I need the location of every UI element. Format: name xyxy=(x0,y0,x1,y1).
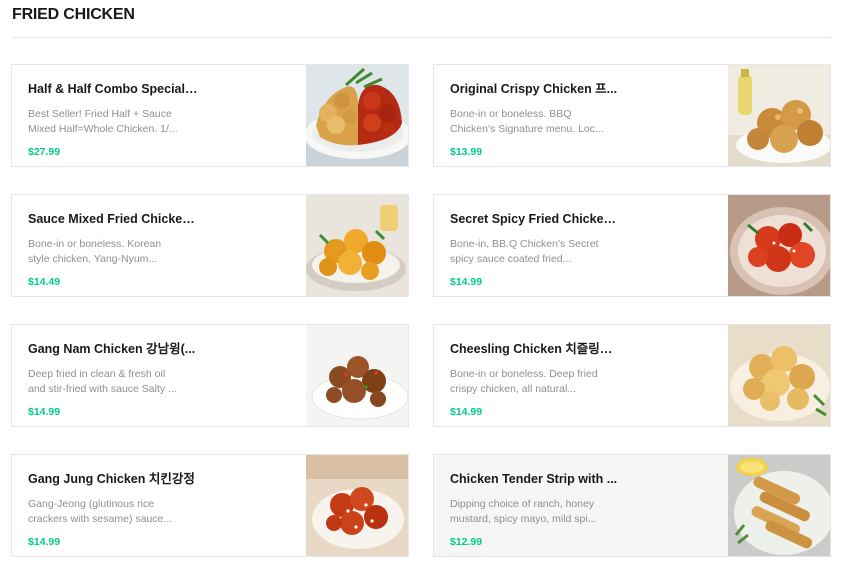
menu-item-description: Best Seller! Fried Half + Sauce Mixed Ha… xyxy=(28,107,198,137)
menu-item-card[interactable]: Half & Half Combo Special ... Best Selle… xyxy=(11,64,409,167)
menu-item-price: $27.99 xyxy=(28,146,61,158)
menu-item-card[interactable]: Original Crispy Chicken 프... Bone-in or … xyxy=(433,64,831,167)
menu-item-name: Cheesling Chicken 치즐링치킨 xyxy=(450,342,620,356)
menu-item-info: Original Crispy Chicken 프... Bone-in or … xyxy=(450,81,720,158)
menu-item-description-line: spicy sauce coated fried... xyxy=(450,253,572,265)
menu-item-card[interactable]: Gang Jung Chicken 치킨강정 Gang-Jeong (gluti… xyxy=(11,454,409,557)
menu-item-price: $14.99 xyxy=(450,276,483,288)
original-crispy-photo[interactable] xyxy=(728,65,830,166)
menu-item-description-line: Mixed Half=Whole Chicken. 1/... xyxy=(28,123,178,135)
menu-item-name: Half & Half Combo Special ... xyxy=(28,82,198,96)
menu-item-description-line: Best Seller! Fried Half + Sauce xyxy=(28,108,172,120)
menu-item-description-line: Dipping choice of ranch, honey xyxy=(450,498,595,510)
menu-item-name: Original Crispy Chicken 프... xyxy=(450,82,618,96)
section-title: FRIED CHICKEN xyxy=(12,6,135,23)
menu-item-description: Bone-in, BB.Q Chicken's Secret spicy sau… xyxy=(450,237,620,267)
menu-item-description-line: style chicken, Yang-Nyum... xyxy=(28,253,158,265)
section-divider xyxy=(12,37,831,38)
menu-item-description-line: Bone-in or boneless. Deep fried xyxy=(450,368,598,380)
menu-item-price: $14.49 xyxy=(28,276,61,288)
secret-spicy-photo[interactable] xyxy=(728,195,830,296)
menu-item-info: Sauce Mixed Fried Chicken... Bone-in or … xyxy=(28,211,298,288)
gang-nam-photo[interactable] xyxy=(306,325,408,426)
menu-item-name: Chicken Tender Strip with ... xyxy=(450,472,618,486)
menu-item-description-line: Bone-in or boneless. BBQ xyxy=(450,108,572,120)
menu-item-info: Secret Spicy Fried Chicken ... Bone-in, … xyxy=(450,211,720,288)
menu-item-card[interactable]: Secret Spicy Fried Chicken ... Bone-in, … xyxy=(433,194,831,297)
menu-item-card[interactable]: Sauce Mixed Fried Chicken... Bone-in or … xyxy=(11,194,409,297)
menu-item-name: Sauce Mixed Fried Chicken... xyxy=(28,212,198,226)
menu-item-price: $12.99 xyxy=(450,536,483,548)
menu-item-description: Deep fried in clean & fresh oil and stir… xyxy=(28,367,198,397)
menu-item-info: Chicken Tender Strip with ... Dipping ch… xyxy=(450,471,720,548)
menu-item-info: Gang Jung Chicken 치킨강정 Gang-Jeong (gluti… xyxy=(28,471,298,548)
menu-item-description-line: Bone-in or boneless. Korean xyxy=(28,238,162,250)
menu-item-description-line: Chicken's Signature menu. Loc... xyxy=(450,123,604,135)
menu-item-price: $14.99 xyxy=(450,406,483,418)
menu-item-description-line: mustard, spicy mayo, mild spi... xyxy=(450,513,597,525)
menu-item-description-line: Bone-in, BB.Q Chicken's Secret xyxy=(450,238,599,250)
gang-jung-photo[interactable] xyxy=(306,455,408,556)
menu-item-description: Bone-in or boneless. Korean style chicke… xyxy=(28,237,198,267)
menu-item-description-line: and stir-fried with sauce Salty ... xyxy=(28,383,177,395)
cheesling-photo[interactable] xyxy=(728,325,830,426)
menu-item-description-line: Deep fried in clean & fresh oil xyxy=(28,368,166,380)
menu-item-description: Bone-in or boneless. BBQ Chicken's Signa… xyxy=(450,107,620,137)
sauce-mixed-photo[interactable] xyxy=(306,195,408,296)
half-half-combo-photo[interactable] xyxy=(306,65,408,166)
menu-item-name: Secret Spicy Fried Chicken ... xyxy=(450,212,620,226)
menu-item-description: Bone-in or boneless. Deep fried crispy c… xyxy=(450,367,620,397)
menu-grid: Half & Half Combo Special ... Best Selle… xyxy=(11,64,831,557)
menu-item-description: Dipping choice of ranch, honey mustard, … xyxy=(450,497,620,527)
menu-item-price: $13.99 xyxy=(450,146,483,158)
menu-item-description: Gang-Jeong (glutinous rice crackers with… xyxy=(28,497,198,527)
menu-item-description-line: Gang-Jeong (glutinous rice xyxy=(28,498,155,510)
menu-item-name: Gang Nam Chicken 강남윙(... xyxy=(28,342,196,356)
menu-item-name: Gang Jung Chicken 치킨강정 xyxy=(28,472,195,486)
menu-item-info: Cheesling Chicken 치즐링치킨 Bone-in or bonel… xyxy=(450,341,720,418)
menu-item-price: $14.99 xyxy=(28,406,61,418)
menu-item-info: Gang Nam Chicken 강남윙(... Deep fried in c… xyxy=(28,341,298,418)
menu-item-description-line: crackers with sesame) sauce... xyxy=(28,513,173,525)
menu-item-card[interactable]: Cheesling Chicken 치즐링치킨 Bone-in or bonel… xyxy=(433,324,831,427)
menu-item-card[interactable]: Chicken Tender Strip with ... Dipping ch… xyxy=(433,454,831,557)
menu-item-info: Half & Half Combo Special ... Best Selle… xyxy=(28,81,298,158)
menu-item-card[interactable]: Gang Nam Chicken 강남윙(... Deep fried in c… xyxy=(11,324,409,427)
menu-item-price: $14.99 xyxy=(28,536,61,548)
menu-item-description-line: crispy chicken, all natural... xyxy=(450,383,577,395)
tender-strip-photo[interactable] xyxy=(728,455,830,556)
